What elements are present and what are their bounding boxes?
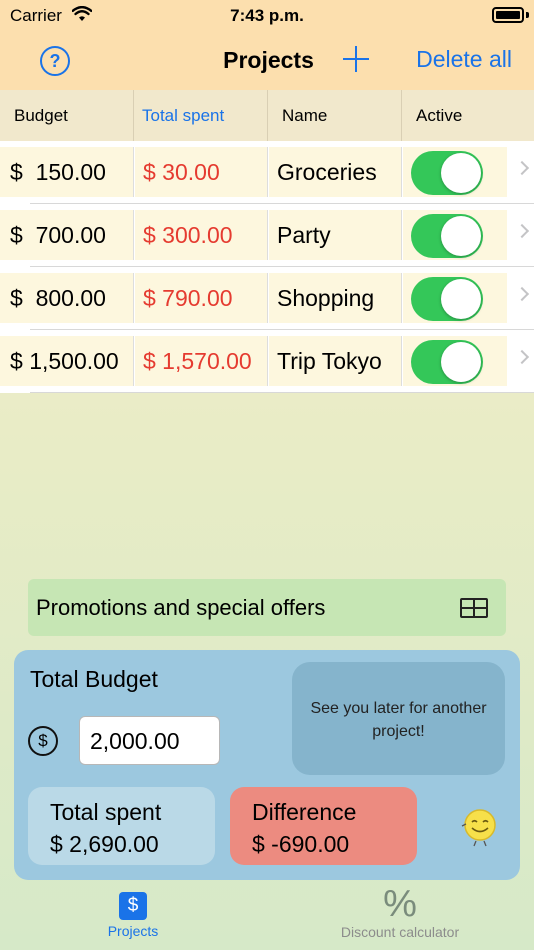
budget-value: 1,500.00 <box>29 348 119 374</box>
column-header-active[interactable]: Active <box>402 90 534 141</box>
budget-cell: $ 1,500.00 <box>0 336 134 386</box>
column-header-budget[interactable]: Budget <box>0 90 134 141</box>
row-divider <box>30 392 534 393</box>
gift-card-icon <box>460 598 488 618</box>
projects-table: $ 150.00 $ 30.00 Groceries $ 700.00 $ 30… <box>0 141 534 393</box>
column-header-name[interactable]: Name <box>268 90 402 141</box>
table-row[interactable]: $ 800.00 $ 790.00 Shopping <box>0 267 534 330</box>
total-budget-label: Total Budget <box>30 666 158 692</box>
tab-label: Discount calculator <box>340 924 460 940</box>
smiley-coin-icon <box>461 809 496 847</box>
active-cell <box>403 210 507 260</box>
active-toggle[interactable] <box>411 214 483 258</box>
chevron-right-icon[interactable] <box>514 286 530 302</box>
delete-all-button[interactable]: Delete all <box>416 46 512 73</box>
navigation-bar: ? Projects Delete all <box>0 34 534 90</box>
total-budget-input[interactable]: 2,000.00 <box>79 716 220 765</box>
budget-cell: $ 150.00 <box>0 147 134 197</box>
spent-cell: $ 300.00 <box>135 210 268 260</box>
total-spent-box: Total spent $ 2,690.00 <box>28 787 215 865</box>
total-spent-value: $ 2,690.00 <box>50 831 159 857</box>
spent-cell: $ 1,570.00 <box>135 336 268 386</box>
clock: 7:43 p.m. <box>230 6 304 25</box>
table-row[interactable]: $ 1,500.00 $ 1,570.00 Trip Tokyo <box>0 330 534 393</box>
column-header-total-spent[interactable]: Total spent <box>134 90 268 141</box>
project-name: Groceries <box>269 147 402 197</box>
add-project-button[interactable] <box>342 44 370 72</box>
table-row[interactable]: $ 150.00 $ 30.00 Groceries <box>0 141 534 204</box>
budget-cell: $ 800.00 <box>0 273 134 323</box>
tab-projects[interactable]: $ Projects <box>60 880 206 950</box>
summary-panel: Total Budget $ 2,000.00 See you later fo… <box>14 650 520 880</box>
active-toggle[interactable] <box>411 340 483 384</box>
budget-value: 150.00 <box>35 159 106 185</box>
toggle-knob <box>441 153 481 193</box>
promotions-label: Promotions and special offers <box>36 595 326 620</box>
dollar-circle-icon: $ <box>28 726 58 756</box>
dollar-square-icon: $ <box>119 892 147 920</box>
question-circle-icon: ? <box>49 51 61 71</box>
difference-value: $ -690.00 <box>252 831 350 857</box>
status-message: See you later for another project! <box>292 662 505 775</box>
spent-cell: $ 790.00 <box>135 273 268 323</box>
difference-label: Difference <box>252 799 357 825</box>
tab-bar: $ Projects % Discount calculator <box>0 880 534 950</box>
difference-box: Difference $ -690.00 <box>230 787 417 865</box>
active-toggle[interactable] <box>411 151 483 195</box>
currency-symbol: $ <box>10 285 23 311</box>
battery-icon <box>492 7 524 23</box>
project-name: Shopping <box>269 273 402 323</box>
tab-label: Projects <box>107 923 159 939</box>
help-button[interactable]: ? <box>40 46 70 76</box>
page-title: Projects <box>223 47 314 73</box>
promotions-button[interactable]: Promotions and special offers <box>28 579 506 636</box>
budget-cell: $ 700.00 <box>0 210 134 260</box>
currency-symbol: $ <box>10 222 23 248</box>
table-header: Budget Total spent Name Active <box>0 90 534 141</box>
battery-tip <box>526 12 529 18</box>
toggle-knob <box>441 342 481 382</box>
currency-symbol: $ <box>10 159 23 185</box>
status-bar: Carrier 7:43 p.m. <box>0 0 534 34</box>
spent-cell: $ 30.00 <box>135 147 268 197</box>
chevron-right-icon[interactable] <box>514 160 530 176</box>
active-cell <box>403 273 507 323</box>
percent-icon: % <box>383 883 417 925</box>
table-row[interactable]: $ 700.00 $ 300.00 Party <box>0 204 534 267</box>
toggle-knob <box>441 216 481 256</box>
chevron-right-icon[interactable] <box>514 349 530 365</box>
tab-discount-calculator[interactable]: % Discount calculator <box>310 880 490 950</box>
project-name: Party <box>269 210 402 260</box>
active-toggle[interactable] <box>411 277 483 321</box>
toggle-knob <box>441 279 481 319</box>
active-cell <box>403 147 507 197</box>
budget-value: 800.00 <box>35 285 106 311</box>
chevron-right-icon[interactable] <box>514 223 530 239</box>
budget-value: 700.00 <box>35 222 106 248</box>
active-cell <box>403 336 507 386</box>
project-name: Trip Tokyo <box>269 336 402 386</box>
currency-symbol: $ <box>10 348 23 374</box>
total-spent-label: Total spent <box>50 799 162 825</box>
